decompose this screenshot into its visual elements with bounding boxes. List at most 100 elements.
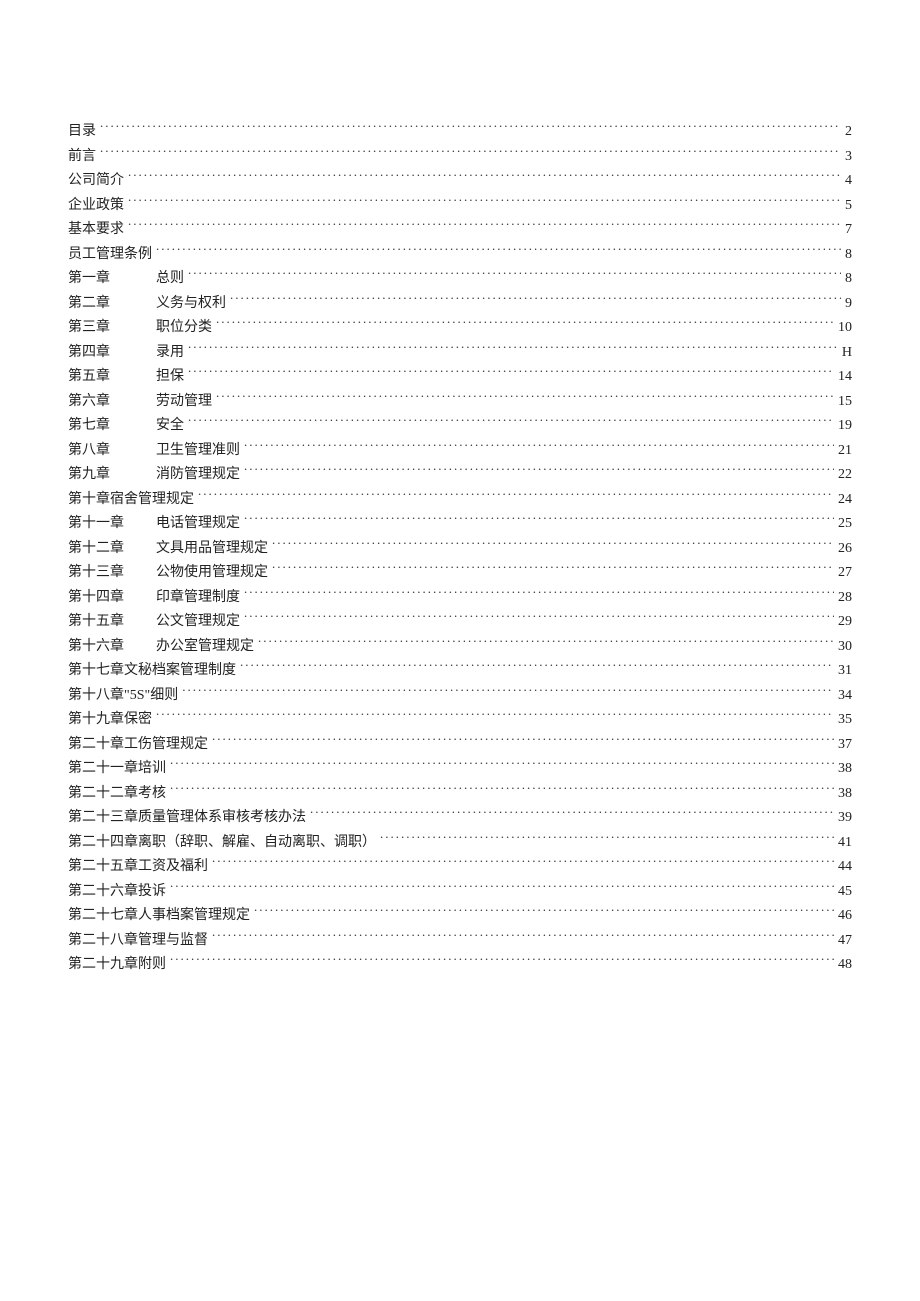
toc-entry-chapter: 第九章 [68,463,156,488]
toc-entry[interactable]: 第二十六章投诉45 [68,880,852,905]
toc-entry[interactable]: 第十八章"5S"细则34 [68,684,852,709]
toc-entry-title: 公司简介 [68,169,124,194]
toc-entry[interactable]: 第十九章保密35 [68,708,852,733]
toc-entry-title: 第二十一章培训 [68,757,166,782]
toc-entry[interactable]: 第二十八章管理与监督 47 [68,929,852,954]
toc-entry[interactable]: 第一章总则8 [68,267,852,292]
toc-entry-page: 15 [838,390,852,415]
toc-entry-page: 29 [838,610,852,635]
toc-entry-title: 办公室管理规定 [156,635,254,660]
toc-entry[interactable]: 公司简介4 [68,169,852,194]
toc-entry-page: 5 [845,194,852,219]
toc-entry-page: 8 [845,267,852,292]
toc-leader-dots [156,244,841,258]
toc-entry[interactable]: 企业政策5 [68,194,852,219]
toc-entry[interactable]: 第六章劳动管理 15 [68,390,852,415]
toc-entry-page: 44 [838,855,852,880]
toc-leader-dots [240,660,834,674]
toc-entry[interactable]: 第二十章工伤管理规定37 [68,733,852,758]
toc-entry-page: 8 [845,243,852,268]
toc-leader-dots [272,538,834,552]
toc-entry-chapter: 第三章 [68,316,156,341]
toc-entry[interactable]: 第二十五章工资及福利 44 [68,855,852,880]
toc-entry[interactable]: 第十五章公文管理规定29 [68,610,852,635]
toc-leader-dots [128,195,841,209]
toc-entry-chapter: 第十四章 [68,586,156,611]
toc-entry-title: 员工管理条例 [68,243,152,268]
toc-leader-dots [244,464,834,478]
toc-entry-title: 目录 [68,120,96,145]
toc-entry[interactable]: 第十三章公物使用管理规定27 [68,561,852,586]
toc-leader-dots [244,513,834,527]
toc-entry-title: 安全 [156,414,184,439]
toc-entry-page: 46 [838,904,852,929]
toc-entry-chapter: 第五章 [68,365,156,390]
toc-entry[interactable]: 第三章职位分类 10 [68,316,852,341]
toc-entry[interactable]: 第二十三章质量管理体系审核考核办法 39 [68,806,852,831]
toc-entry-title: 公文管理规定 [156,610,240,635]
toc-entry[interactable]: 前言3 [68,145,852,170]
toc-entry-page: 9 [845,292,852,317]
toc-entry-title: 担保 [156,365,184,390]
toc-entry[interactable]: 第二十四章离职（辞职、解雇、自动离职、调职）41 [68,831,852,856]
toc-leader-dots [212,734,834,748]
toc-entry-page: 2 [845,120,852,145]
toc-entry[interactable]: 第二十七章人事档案管理规定46 [68,904,852,929]
toc-entry[interactable]: 第五章担保14 [68,365,852,390]
toc-entry[interactable]: 第十七章文秘档案管理制度 31 [68,659,852,684]
toc-entry[interactable]: 第二章义务与权利9 [68,292,852,317]
toc-entry[interactable]: 第二十一章培训38 [68,757,852,782]
toc-entry-page: 39 [838,806,852,831]
toc-entry-page: 31 [838,659,852,684]
toc-entry[interactable]: 基本要求7 [68,218,852,243]
toc-leader-dots [170,954,834,968]
toc-entry[interactable]: 第四章录用H [68,341,852,366]
toc-entry-title: 录用 [156,341,184,366]
toc-entry-title: 职位分类 [156,316,212,341]
toc-entry[interactable]: 第九章消防管理规定22 [68,463,852,488]
toc-entry-page: 37 [838,733,852,758]
toc-leader-dots [216,391,834,405]
toc-entry-title: 第二十八章管理与监督 [68,929,208,954]
toc-entry-page: 35 [838,708,852,733]
toc-entry-page: 21 [838,439,852,464]
toc-entry-page: 24 [838,488,852,513]
toc-leader-dots [170,881,834,895]
toc-entry-chapter: 第十六章 [68,635,156,660]
toc-entry-page: 38 [838,782,852,807]
toc-entry[interactable]: 目录 2 [68,120,852,145]
toc-entry[interactable]: 第十一章电话管理规定25 [68,512,852,537]
toc-entry[interactable]: 第八章卫生管理准则21 [68,439,852,464]
toc-entry-page: 47 [838,929,852,954]
toc-entry-page: 3 [845,145,852,170]
toc-entry-title: 第十七章文秘档案管理制度 [68,659,236,684]
toc-entry-title: 总则 [156,267,184,292]
toc-entry-chapter: 第六章 [68,390,156,415]
toc-leader-dots [128,170,841,184]
toc-leader-dots [258,636,834,650]
toc-entry[interactable]: 第二十九章附则48 [68,953,852,978]
toc-entry-chapter: 第十二章 [68,537,156,562]
toc-leader-dots [170,758,834,772]
toc-entry[interactable]: 员工管理条例 8 [68,243,852,268]
toc-entry[interactable]: 第十四章印章管理制度28 [68,586,852,611]
toc-entry-title: 第十八章"5S"细则 [68,684,178,709]
toc-entry-title: 第二十三章质量管理体系审核考核办法 [68,806,306,831]
toc-entry[interactable]: 第七章安全19 [68,414,852,439]
toc-entry-title: 劳动管理 [156,390,212,415]
toc-leader-dots [188,342,838,356]
toc-leader-dots [216,317,834,331]
toc-entry[interactable]: 第二十二章考核38 [68,782,852,807]
table-of-contents: 目录2前言3公司简介4企业政策5基本要求7员工管理条例8第一章总则8第二章义务与… [68,120,852,978]
toc-entry[interactable]: 第十二章文具用品管理规定26 [68,537,852,562]
toc-entry-page: 10 [838,316,852,341]
toc-entry-page: 41 [838,831,852,856]
toc-leader-dots [254,905,834,919]
toc-entry[interactable]: 第十章宿舍管理规定24 [68,488,852,513]
toc-entry-page: 28 [838,586,852,611]
toc-entry-chapter: 第十三章 [68,561,156,586]
toc-entry-title: 第二十五章工资及福利 [68,855,208,880]
toc-leader-dots [182,685,834,699]
toc-entry[interactable]: 第十六章办公室管理规定30 [68,635,852,660]
toc-entry-title: 第二十六章投诉 [68,880,166,905]
